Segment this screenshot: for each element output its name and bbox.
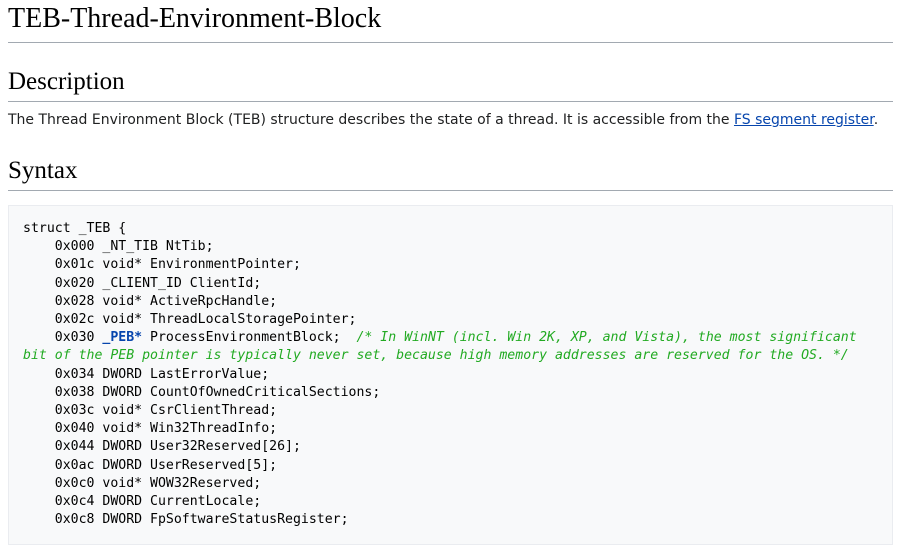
description-text-after-link: . (873, 112, 879, 128)
description-heading: Description (8, 67, 893, 102)
code-line: 0x0c4 DWORD CurrentLocale; (23, 494, 262, 510)
code-line: 0x0ac DWORD UserReserved[5]; (23, 457, 278, 473)
code-line: 0x000 _NT_TIB NtTib; (23, 239, 214, 255)
code-line: 0x038 DWORD CountOfOwnedCriticalSections… (23, 384, 381, 400)
code-line: 0x0c0 void* WOW32Reserved; (23, 475, 262, 491)
code-peb-type: _PEB* (102, 330, 143, 346)
code-line: 0x044 DWORD User32Reserved[26]; (23, 439, 301, 455)
code-struct-open: struct _TEB { (23, 221, 127, 236)
code-line: 0x020 _CLIENT_ID ClientId; (23, 275, 262, 291)
code-line: 0x03c void* CsrClientThread; (23, 403, 278, 419)
code-line: 0x034 DWORD LastErrorValue; (23, 366, 270, 382)
description-text: The Thread Environment Block (TEB) struc… (8, 110, 893, 130)
description-text-before-link: The Thread Environment Block (TEB) struc… (8, 112, 734, 128)
code-line: 0x01c void* EnvironmentPointer; (23, 257, 301, 273)
page-title: TEB-Thread-Environment-Block (8, 2, 893, 43)
code-line-peb: 0x030 _PEB* ProcessEnvironmentBlock; /* … (23, 330, 865, 363)
code-line: 0x0c8 DWORD FpSoftwareStatusRegister; (23, 512, 349, 528)
code-listing: struct _TEB { 0x000 _NT_TIB NtTib; 0x01c… (23, 220, 878, 529)
code-peb-prefix: 0x030 (23, 330, 103, 346)
code-line: 0x028 void* ActiveRpcHandle; (23, 293, 278, 309)
fs-segment-register-link[interactable]: FS segment register (734, 112, 874, 128)
code-peb-rest: ProcessEnvironmentBlock; (142, 330, 357, 346)
code-block: struct _TEB { 0x000 _NT_TIB NtTib; 0x01c… (8, 205, 893, 545)
code-line: 0x040 void* Win32ThreadInfo; (23, 421, 278, 437)
article: TEB-Thread-Environment-Block Description… (8, 0, 893, 545)
syntax-heading: Syntax (8, 156, 893, 191)
code-line: 0x02c void* ThreadLocalStoragePointer; (23, 312, 357, 328)
